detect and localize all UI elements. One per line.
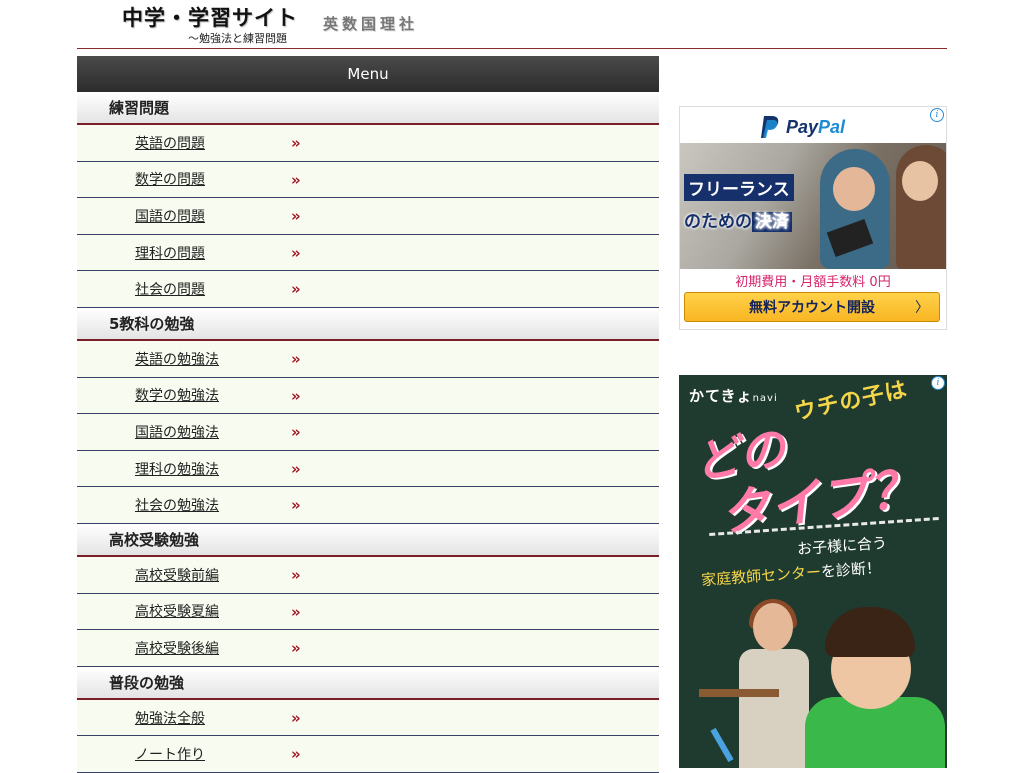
double-chevron-right-icon: »: [291, 459, 301, 478]
menu-title: Menu: [77, 56, 659, 92]
ad-photo-mother: [739, 599, 809, 768]
menu-section-heading: 練習問題: [77, 92, 659, 125]
site-subtitle: ～勉強法と練習問題: [188, 32, 287, 45]
menu-item[interactable]: 高校受験前編 »: [77, 556, 659, 594]
ad-question: ウチの子は: [792, 377, 910, 426]
ad-photo: [680, 143, 946, 269]
double-chevron-right-icon: »: [291, 134, 301, 152]
double-chevron-right-icon: »: [291, 280, 301, 299]
menu-item-link[interactable]: 社会の勉強法: [135, 495, 219, 515]
menu-item[interactable]: 高校受験後編 »: [77, 630, 659, 667]
menu-item-link[interactable]: 数学の問題: [135, 169, 205, 189]
double-chevron-right-icon: »: [291, 423, 301, 442]
paypal-logo-icon: [761, 116, 779, 138]
ad-headline-2: のための 決済: [684, 207, 792, 232]
menu-item-link[interactable]: ノート作り: [135, 744, 205, 764]
menu-item[interactable]: 社会の勉強法 »: [77, 487, 659, 524]
paypal-logo: PayPal: [760, 115, 845, 139]
paypal-wordmark: PayPal: [786, 116, 846, 137]
double-chevron-right-icon: »: [291, 639, 301, 658]
double-chevron-right-icon: »: [291, 565, 301, 584]
side-menu: Menu 練習問題英語の問題 » 数学の問題 » 国語の問題 » 理科の問題 » 社会の問題 » 5…: [77, 56, 659, 773]
double-chevron-right-icon: »: [291, 207, 301, 226]
header-divider: [77, 48, 947, 49]
menu-item-link[interactable]: 高校受験後編: [135, 638, 219, 658]
menu-item[interactable]: 英語の問題 »: [77, 125, 659, 162]
menu-item[interactable]: 英語の勉強法 »: [77, 340, 659, 378]
info-icon[interactable]: i: [930, 108, 944, 122]
menu-item-link[interactable]: 高校受験前編: [135, 565, 219, 585]
double-chevron-right-icon: »: [291, 243, 301, 262]
ad-photo-boy: [805, 607, 945, 768]
double-chevron-right-icon: »: [291, 496, 301, 515]
double-chevron-right-icon: »: [291, 386, 301, 405]
site-title[interactable]: 中学・学習サイト: [122, 2, 298, 32]
double-chevron-right-icon: »: [291, 745, 301, 764]
menu-section-heading: 普段の勉強: [77, 666, 659, 700]
double-chevron-right-icon: »: [291, 349, 301, 368]
menu-section-heading: 高校受験勉強: [77, 523, 659, 557]
menu-item-link[interactable]: 英語の問題: [135, 133, 205, 153]
double-chevron-right-icon: »: [291, 170, 301, 189]
chevron-right-icon: 〉: [915, 300, 929, 316]
info-icon[interactable]: i: [931, 376, 945, 390]
menu-section-heading: 5教科の勉強: [77, 307, 659, 341]
menu-item[interactable]: 勉強法全般 »: [77, 699, 659, 737]
menu-item-link[interactable]: 理科の問題: [135, 243, 205, 263]
kateikyo-logo: かてきょnavi: [689, 387, 778, 405]
paypal-ad[interactable]: i PayPal フリーランス のための 決済 初期費用・月額手数料 0円 無料ア…: [679, 106, 947, 330]
menu-item[interactable]: 社会の問題 »: [77, 271, 659, 308]
menu-item-link[interactable]: 理科の勉強法: [135, 459, 219, 479]
menu-item-link[interactable]: 高校受験夏編: [135, 601, 219, 621]
site-subjects: 英数国理社: [323, 15, 419, 33]
kateikyo-ad[interactable]: i かてきょnavi ウチの子は どの タイプ？ お子様に合う 家庭教師センター…: [679, 375, 947, 768]
menu-item-link[interactable]: 勉強法全般: [135, 708, 205, 728]
menu-item[interactable]: 高校受験夏編 »: [77, 593, 659, 631]
menu-item[interactable]: 国語の問題 »: [77, 198, 659, 235]
menu-item-link[interactable]: 数学の勉強法: [135, 385, 219, 405]
menu-item[interactable]: 理科の勉強法 »: [77, 450, 659, 488]
ad-sub-text-2: 家庭教師センターを診断！: [700, 558, 882, 590]
menu-item-link[interactable]: 国語の勉強法: [135, 422, 219, 442]
ad-fee-text: 初期費用・月額手数料 0円: [735, 275, 891, 290]
menu-item[interactable]: 数学の勉強法 »: [77, 377, 659, 415]
menu-item-link[interactable]: 国語の問題: [135, 206, 205, 226]
menu-item[interactable]: 理科の問題 »: [77, 234, 659, 272]
menu-body: 練習問題英語の問題 » 数学の問題 » 国語の問題 » 理科の問題 » 社会の問題 » 5教科の勉強…: [77, 92, 659, 773]
double-chevron-right-icon: »: [291, 708, 301, 727]
menu-item-link[interactable]: 社会の問題: [135, 279, 205, 299]
site-header: 中学・学習サイト ～勉強法と練習問題 英数国理社: [0, 0, 1024, 52]
menu-item[interactable]: 数学の問題 »: [77, 161, 659, 199]
ad-headline-1: フリーランス: [684, 174, 794, 201]
menu-item[interactable]: ノート作り »: [77, 736, 659, 773]
menu-item-link[interactable]: 英語の勉強法: [135, 349, 219, 369]
open-account-button[interactable]: 無料アカウント開設 〉: [684, 292, 940, 322]
menu-item[interactable]: 国語の勉強法 »: [77, 414, 659, 451]
double-chevron-right-icon: »: [291, 602, 301, 621]
ad-sub-text-1: お子様に合う: [796, 533, 888, 559]
